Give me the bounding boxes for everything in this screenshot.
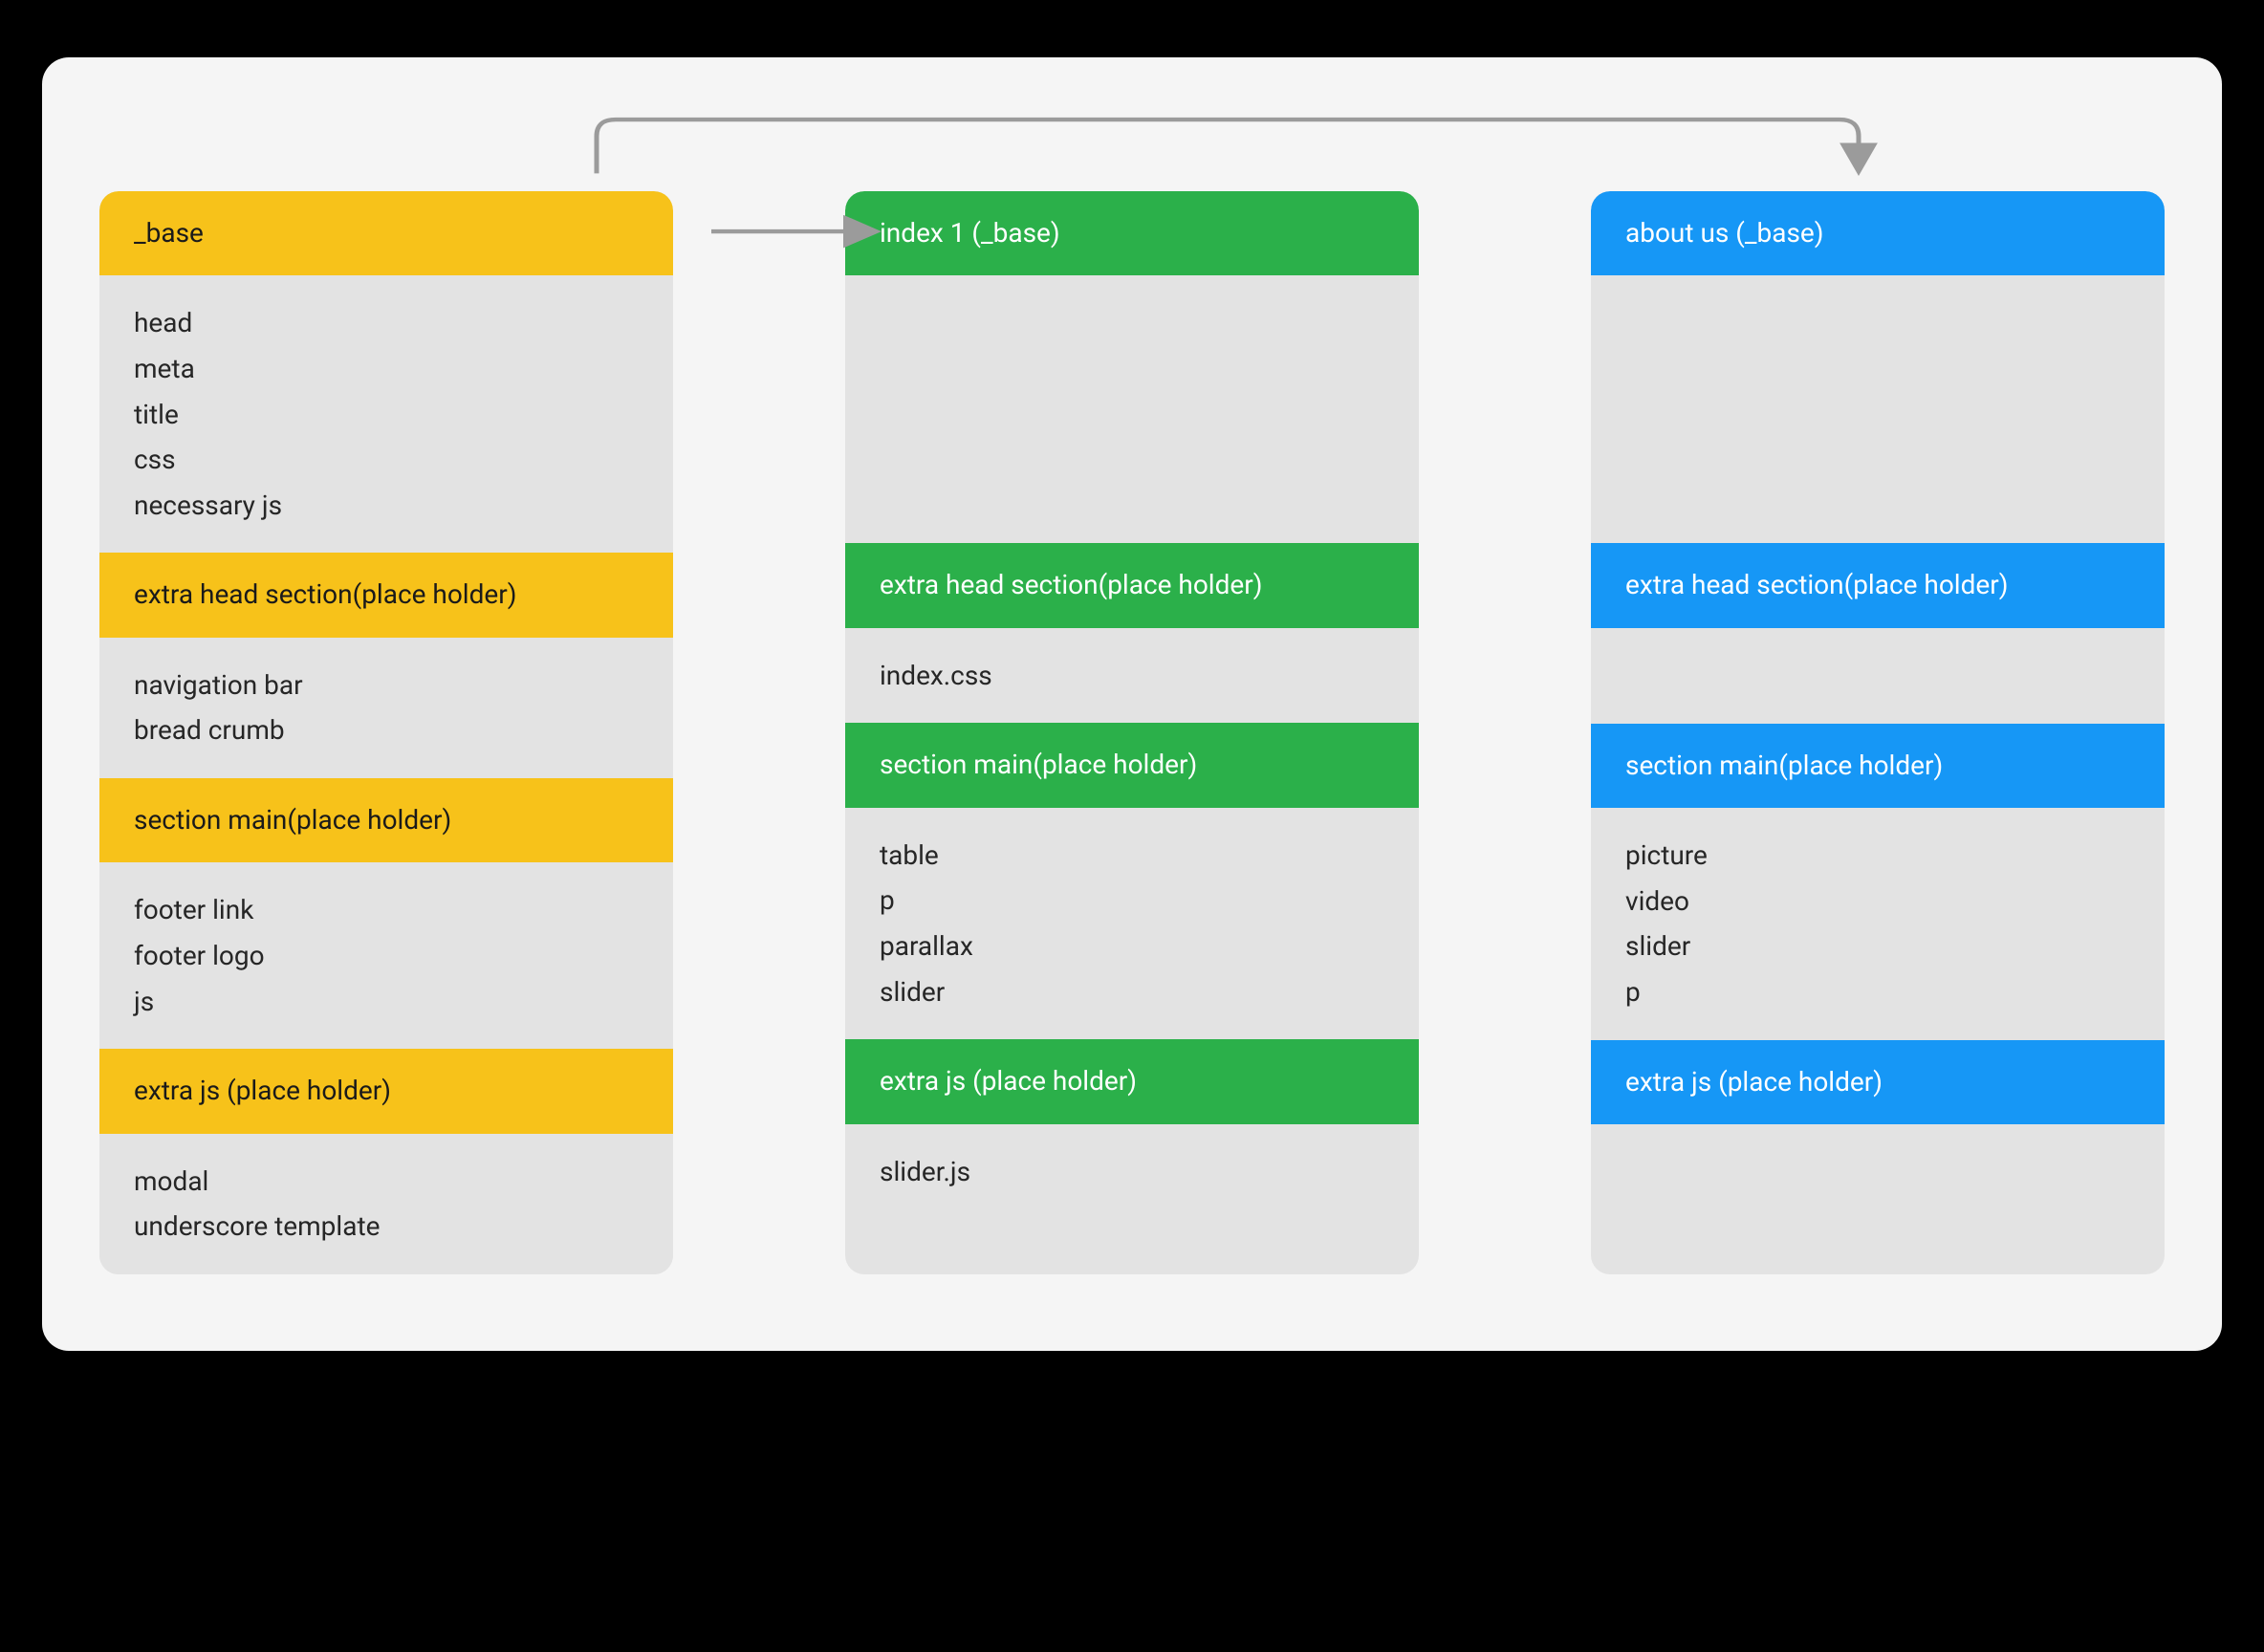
column-about-section-extra-js: extra js (place holder) — [1591, 1040, 2165, 1124]
column-index: index 1 (_base) extra head section(place… — [845, 191, 1419, 1274]
text-line: video — [1625, 879, 2130, 924]
column-about-section-extra-head: extra head section(place holder) — [1591, 543, 2165, 627]
text-line: head — [134, 300, 639, 346]
column-base-title: _base — [99, 191, 673, 275]
column-about-body-1 — [1591, 628, 2165, 724]
column-base-body-1: navigation bar bread crumb — [99, 638, 673, 778]
text-line: index.css — [880, 653, 1384, 699]
text-line: footer logo — [134, 933, 639, 979]
arrow-base-to-about — [597, 120, 1859, 173]
column-about-body-0 — [1591, 275, 2165, 543]
column-about-body-2: picture video slider p — [1591, 808, 2165, 1039]
text-line: slider — [1625, 924, 2130, 969]
text-line: js — [134, 979, 639, 1025]
column-base-section-main: section main(place holder) — [99, 778, 673, 862]
text-line: p — [1625, 969, 2130, 1015]
column-index-section-main: section main(place holder) — [845, 723, 1419, 807]
column-index-section-extra-js: extra js (place holder) — [845, 1039, 1419, 1123]
column-index-title: index 1 (_base) — [845, 191, 1419, 275]
text-line: picture — [1625, 833, 2130, 879]
column-index-section-extra-head: extra head section(place holder) — [845, 543, 1419, 627]
text-line: slider — [880, 969, 1384, 1015]
column-index-body-0 — [845, 275, 1419, 543]
column-index-body-2: table p parallax slider — [845, 808, 1419, 1039]
column-about-section-main: section main(place holder) — [1591, 724, 2165, 808]
column-about-body-3 — [1591, 1124, 2165, 1220]
text-line: necessary js — [134, 483, 639, 529]
column-base: _base head meta title css necessary js e… — [99, 191, 673, 1274]
text-line: navigation bar — [134, 663, 639, 708]
text-line: title — [134, 392, 639, 438]
column-base-section-extra-head: extra head section(place holder) — [99, 553, 673, 637]
text-line: parallax — [880, 924, 1384, 969]
column-base-body-3: modal underscore template — [99, 1134, 673, 1274]
column-index-body-1: index.css — [845, 628, 1419, 724]
column-base-section-extra-js: extra js (place holder) — [99, 1049, 673, 1133]
column-base-body-2: footer link footer logo js — [99, 862, 673, 1049]
text-line: css — [134, 437, 639, 483]
column-about-title: about us (_base) — [1591, 191, 2165, 275]
text-line: underscore template — [134, 1204, 639, 1250]
diagram-canvas: _base head meta title css necessary js e… — [42, 57, 2222, 1351]
text-line: meta — [134, 346, 639, 392]
column-base-body-0: head meta title css necessary js — [99, 275, 673, 553]
text-line: p — [880, 878, 1384, 924]
text-line: modal — [134, 1159, 639, 1205]
text-line: bread crumb — [134, 707, 639, 753]
column-index-body-3: slider.js — [845, 1124, 1419, 1220]
text-line: slider.js — [880, 1149, 1384, 1195]
text-line: footer link — [134, 887, 639, 933]
column-about: about us (_base) extra head section(plac… — [1591, 191, 2165, 1274]
text-line: table — [880, 833, 1384, 879]
